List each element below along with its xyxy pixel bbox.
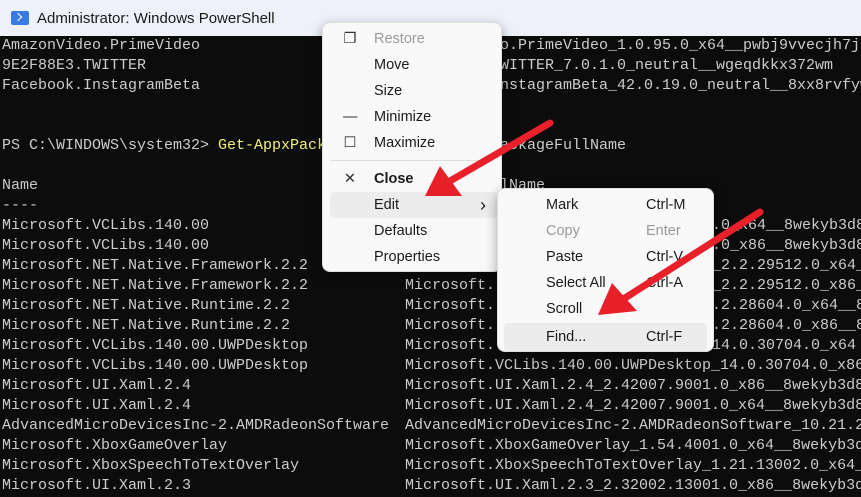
maximize-icon: ☐: [343, 135, 357, 151]
minimize-icon: —: [343, 109, 358, 125]
terminal-row-mid: Microsoft.: [405, 317, 496, 334]
shortcut-label: Ctrl-F: [646, 329, 683, 345]
shortcut-label: Ctrl-V: [646, 249, 684, 265]
menu-item-label: Maximize: [374, 135, 436, 151]
powershell-icon[interactable]: [11, 11, 29, 25]
submenu-item-label: Paste: [546, 249, 584, 265]
menu-item-label: Move: [374, 57, 410, 73]
menu-item-restore[interactable]: ❐ Restore: [330, 26, 498, 52]
terminal-row-left: Microsoft.VCLibs.140.00.UWPDesktop: [2, 357, 309, 374]
terminal-line: WITTER_7.0.1.0_neutral__wgeqdkkx372wm: [500, 57, 834, 74]
menu-item-defaults[interactable]: Defaults: [330, 218, 498, 244]
terminal-row-right: .0_x64__8wekyb3d8: [712, 217, 861, 234]
menu-item-label: Minimize: [374, 109, 432, 125]
chevron-right-icon: ›: [480, 195, 486, 215]
terminal-row-left: Microsoft.UI.Xaml.2.4: [2, 377, 192, 394]
submenu-item-select-all[interactable]: Select All Ctrl-A: [504, 270, 707, 296]
terminal-row-left: Microsoft.VCLibs.140.00: [2, 237, 210, 254]
terminal-row-left: Microsoft.UI.Xaml.2.4: [2, 397, 192, 414]
prompt-path: PS C:\WINDOWS\system32>: [2, 137, 219, 154]
menu-item-move[interactable]: Move: [330, 52, 498, 78]
column-header-name: Name: [2, 177, 39, 194]
terminal-row-left: Microsoft.XboxGameOverlay: [2, 437, 228, 454]
menu-item-label: Edit: [374, 197, 399, 213]
submenu-item-label: Scroll: [546, 301, 583, 317]
shortcut-label: Ctrl-M: [646, 197, 686, 213]
menu-separator: [331, 160, 493, 161]
prompt-command: Get-AppxPack: [218, 137, 327, 154]
shortcut-label: Enter: [646, 223, 681, 239]
terminal-row-right: .0_x86__8wekyb3d8: [712, 237, 861, 254]
edit-submenu: Mark Ctrl-M Copy Enter Paste Ctrl-V Select All…: [497, 188, 714, 352]
terminal-row-mid: Microsoft.: [405, 297, 496, 314]
menu-item-label: Close: [374, 171, 414, 187]
submenu-item-scroll[interactable]: Scroll: [504, 296, 707, 322]
header-underline: ----: [2, 197, 39, 214]
terminal-line: AmazonVideo.PrimeVideo: [2, 37, 201, 54]
restore-icon: ❐: [343, 31, 357, 47]
submenu-item-label: Select All: [546, 275, 606, 291]
terminal-row-left: Microsoft.XboxSpeechToTextOverlay: [2, 457, 300, 474]
submenu-item-paste[interactable]: Paste Ctrl-V: [504, 244, 707, 270]
terminal-row-right: .2.28604.0_x64__8: [712, 297, 861, 314]
terminal-row-left: Microsoft.NET.Native.Runtime.2.2: [2, 317, 291, 334]
menu-item-edit[interactable]: Edit ›: [330, 192, 498, 218]
window-title: Administrator: Windows PowerShell: [37, 9, 275, 27]
terminal-row-right: _2.2.29512.0_x64_: [712, 257, 861, 274]
terminal-row-right: .2.28604.0_x86__8: [712, 317, 861, 334]
terminal-line: nstagramBeta_42.0.19.0_neutral__8xx8rvfy…: [500, 77, 861, 94]
menu-item-label: Restore: [374, 31, 425, 47]
terminal-row-left: Microsoft.VCLibs.140.00: [2, 217, 210, 234]
terminal-line: 9E2F88E3.TWITTER: [2, 57, 147, 74]
terminal-line: o.PrimeVideo_1.0.95.0_x64__pwbj9vvecjh7j: [500, 37, 861, 54]
menu-item-close[interactable]: ✕ Close: [330, 166, 498, 192]
close-icon: ✕: [343, 171, 357, 187]
terminal-row-mid: Microsoft.VCLibs.140.00.UWPDesktop_14.0.…: [405, 357, 861, 374]
terminal-row-mid: Microsoft.UI.Xaml.2.4_2.42007.9001.0_x86…: [405, 377, 861, 394]
submenu-item-label: Find...: [546, 329, 587, 345]
submenu-item-copy[interactable]: Copy Enter: [504, 218, 707, 244]
prompt-line: PS C:\WINDOWS\system32> Get-AppxPack: [2, 136, 326, 156]
terminal-line: Facebook.InstagramBeta: [2, 77, 201, 94]
menu-item-size[interactable]: Size: [330, 78, 498, 104]
terminal-row-mid: Microsoft.UI.Xaml.2.3_2.32002.13001.0_x8…: [405, 477, 861, 494]
submenu-item-mark[interactable]: Mark Ctrl-M: [504, 192, 707, 218]
terminal-row-left: Microsoft.VCLibs.140.00.UWPDesktop: [2, 337, 309, 354]
submenu-item-label: Copy: [546, 223, 580, 239]
menu-item-label: Size: [374, 83, 403, 99]
system-menu: ❐ Restore Move Size — Minimize ☐ Maximize ✕ Close…: [322, 22, 502, 272]
prompt-rest: ackageFullName: [500, 137, 627, 154]
terminal-row-mid: Microsoft.: [405, 277, 496, 294]
submenu-item-find[interactable]: Find... Ctrl-F: [504, 323, 707, 351]
menu-item-minimize[interactable]: — Minimize: [330, 104, 498, 130]
terminal-row-left: Microsoft.NET.Native.Framework.2.2: [2, 277, 309, 294]
terminal-row-left: Microsoft.NET.Native.Runtime.2.2: [2, 297, 291, 314]
terminal-row-right: 14.0.30704.0_x64: [712, 337, 857, 354]
submenu-item-label: Mark: [546, 197, 579, 213]
terminal-row-left: AdvancedMicroDevicesInc-2.AMDRadeonSoftw…: [2, 417, 390, 434]
terminal-row-left: Microsoft.UI.Xaml.2.3: [2, 477, 192, 494]
terminal-row-right: _2.2.29512.0_x86_: [712, 277, 861, 294]
terminal-row-mid: Microsoft.XboxGameOverlay_1.54.4001.0_x6…: [405, 437, 861, 454]
menu-item-label: Defaults: [374, 223, 428, 239]
terminal-row-left: Microsoft.NET.Native.Framework.2.2: [2, 257, 309, 274]
menu-item-maximize[interactable]: ☐ Maximize: [330, 130, 498, 156]
menu-item-label: Properties: [374, 249, 441, 265]
shortcut-label: Ctrl-A: [646, 275, 684, 291]
terminal-row-mid: Microsoft.UI.Xaml.2.4_2.42007.9001.0_x64…: [405, 397, 861, 414]
terminal-row-mid: Microsoft.: [405, 337, 496, 354]
terminal-row-mid: AdvancedMicroDevicesInc-2.AMDRadeonSoftw…: [405, 417, 861, 434]
menu-item-properties[interactable]: Properties: [330, 244, 498, 270]
terminal-row-mid: Microsoft.XboxSpeechToTextOverlay_1.21.1…: [405, 457, 861, 474]
